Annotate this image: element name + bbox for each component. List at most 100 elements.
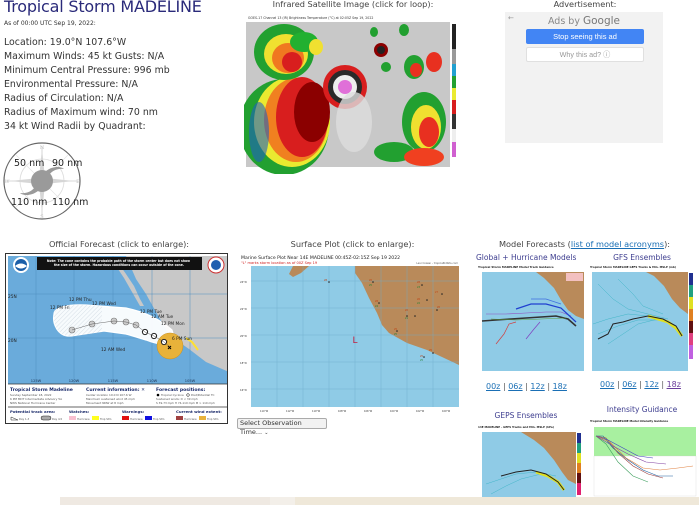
lon-105w: 105W [185,379,196,383]
legend-center: NWS National Hurricane Center [10,401,56,405]
point-label-thu: 12 PM Thu [69,297,92,303]
stop-seeing-ad-button[interactable]: Stop seeing this ad [526,29,644,44]
global-run-18z[interactable]: 18z [553,382,567,391]
point-label-wed: 12 PM Wed [92,301,116,307]
surface-subtitle: "L" marks storm location as of 00Z Sep 1… [241,261,318,265]
legend-day13: Day 1-3 [19,417,30,421]
legend-extent-tropstm: Trop Stm [207,417,219,421]
intensity-guidance-image-link[interactable]: Tropical Storm MADELINE Model Intensity … [588,418,699,498]
sfc-lon-5: 104°W [390,410,399,413]
point-label-mon: 12 PM Mon [161,321,185,327]
svg-text:28: 28 [417,281,421,284]
model-forecasts-header: Model Forecasts (list of model acronyms)… [470,239,699,249]
global-run-12z[interactable]: 12z [530,382,544,391]
gfs-run-00z[interactable]: 00z [600,380,614,389]
surface-plot-link[interactable]: Marine Surface Plot Near 14E MADELINE 00… [237,253,465,414]
sfc-lat-3: 18°N [240,361,247,365]
gfs-ensembles-runs: 00z | 06z | 12z | 18z [600,380,681,389]
svg-text:25: 25 [369,284,373,287]
compass-n: N [40,145,45,151]
why-this-ad-button[interactable]: Why this ad? ⓘ [526,47,644,62]
gfs-caption: Tropical Storm MADELINE GEFS Tracks & Mi… [590,265,676,269]
global-models-image-link[interactable]: Tropical Storm MADELINE Model Track Guid… [476,264,586,373]
advertisement-header: Advertisement: [553,0,617,9]
storm-location-marker: L [352,336,357,346]
ads-by-google: Ads by Google [505,15,663,27]
lat-20n: 20N [8,338,17,344]
compass-s: S [40,214,44,220]
as-of-timestamp: As of 00:00 UTC Sep 19, 2022: [4,20,96,27]
gfs-ensembles-image: Tropical Storm MADELINE GEFS Tracks & Mi… [588,264,699,373]
sfc-lon-6: 102°W [416,410,425,413]
svg-text:24: 24 [375,305,379,308]
svg-text:21: 21 [405,317,409,320]
legend-extent-title: Current wind extent: [176,409,222,414]
legend-warnings-title: Warnings: [122,409,145,414]
wind-radius-se: 110 nm [52,197,89,208]
geps-caption: 14E MADELINE - GEPS Tracks and Min. MSLP… [478,425,554,429]
storm-location: Location: 19.0°N 107.6°W [4,37,127,48]
geps-ensembles-image: 14E MADELINE - GEPS Tracks and Min. MSLP… [476,424,586,505]
google-label: Google [582,15,621,27]
lat-25n: 25N [8,294,17,300]
svg-text:26: 26 [405,309,409,312]
svg-text:26: 26 [417,298,421,301]
point-label-wed-am: 12 AM Wed [101,347,125,353]
compass-w: W [4,179,10,185]
svg-text:27: 27 [435,291,439,294]
sfc-lon-3: 108°W [338,410,347,413]
svg-text:25: 25 [420,355,424,358]
gfs-run-18z[interactable]: 18z [667,380,681,389]
sfc-lat-0: 24°N [240,280,247,284]
model-acronyms-link[interactable]: list of model acronyms [571,239,664,249]
legend-watches-title: Watches: [69,409,90,414]
official-forecast-map-link[interactable]: Note: The cone contains the probable pat… [5,253,228,424]
intensity-guidance-title: Intensity Guidance [606,405,678,414]
global-run-00z[interactable]: 00z [486,382,500,391]
point-label-sun: 6 PM Sun [172,336,192,342]
lon-115w: 115W [108,379,119,383]
point-label-fri: 12 PM Fri [50,305,70,311]
global-caption: Tropical Storm MADELINE Model Track Guid… [478,265,554,269]
surface-credit: Levi Cowan - tropicaltidbits.com [416,261,458,265]
svg-text:22: 22 [417,302,421,305]
gfs-ensembles-image-link[interactable]: Tropical Storm MADELINE GEFS Tracks & Mi… [588,264,699,373]
wind-radii-compass: N S W E 50 nm 90 nm 110 nm 110 nm [2,141,88,221]
satellite-image-link[interactable]: GOES-17 Channel 13 (IR) Brightness Tempe… [244,12,463,174]
compass-rose-icon: N S W E [3,142,81,220]
storm-env-pressure: Environmental Pressure: N/A [4,79,138,90]
model-header-prefix: Model Forecasts ( [498,239,571,249]
observation-time-label: Select Observation Time... [240,419,302,436]
satellite-image: GOES-17 Channel 13 (IR) Brightness Tempe… [244,12,463,174]
global-run-06z[interactable]: 06z [508,382,522,391]
global-models-title: Global + Hurricane Models [476,253,577,262]
sfc-lon-1: 112°W [286,410,295,413]
surface-plot-image: Marine Surface Plot Near 14E MADELINE 00… [237,253,465,414]
observation-time-select[interactable]: Select Observation Time... ⌄ [237,418,327,436]
intensity-guidance-image: Tropical Storm MADELINE Model Intensity … [588,418,699,498]
lon-120w: 120W [69,379,80,383]
sfc-lon-2: 110°W [312,410,321,413]
svg-text:25: 25 [394,328,398,331]
svg-text:25: 25 [420,359,424,362]
cone-note: Note: The cone contains the probable pat… [47,259,191,267]
wind-radius-sw: 110 nm [11,197,48,208]
gfs-run-06z[interactable]: 06z [622,380,636,389]
legend-watch-tropstm: Trop Stm [100,417,112,421]
legend-day45: Day 4-5 [52,417,63,421]
svg-text:25: 25 [429,349,433,352]
sfc-lat-1: 22°N [240,307,247,311]
sfc-lat-4: 16°N [240,388,247,392]
chevron-down-icon: ⌄ [264,430,269,436]
geps-ensembles-title: GEPS Ensembles [494,411,558,420]
gfs-run-12z[interactable]: 12z [644,380,658,389]
legend-extent-hurricane: Hurricane [184,417,197,421]
wind-radius-ne: 90 nm [52,158,83,169]
svg-text:28: 28 [375,300,379,303]
sfc-lon-7: 100°W [442,410,451,413]
sfc-lat-2: 20°N [240,334,247,338]
geps-ensembles-image-link[interactable]: 14E MADELINE - GEPS Tracks and Min. MSLP… [476,424,586,505]
satellite-header: Infrared Satellite Image (click for loop… [272,0,434,9]
satellite-caption: GOES-17 Channel 13 (IR) Brightness Tempe… [248,16,373,20]
storm-radius-circulation: Radius of Circulation: N/A [4,93,124,104]
